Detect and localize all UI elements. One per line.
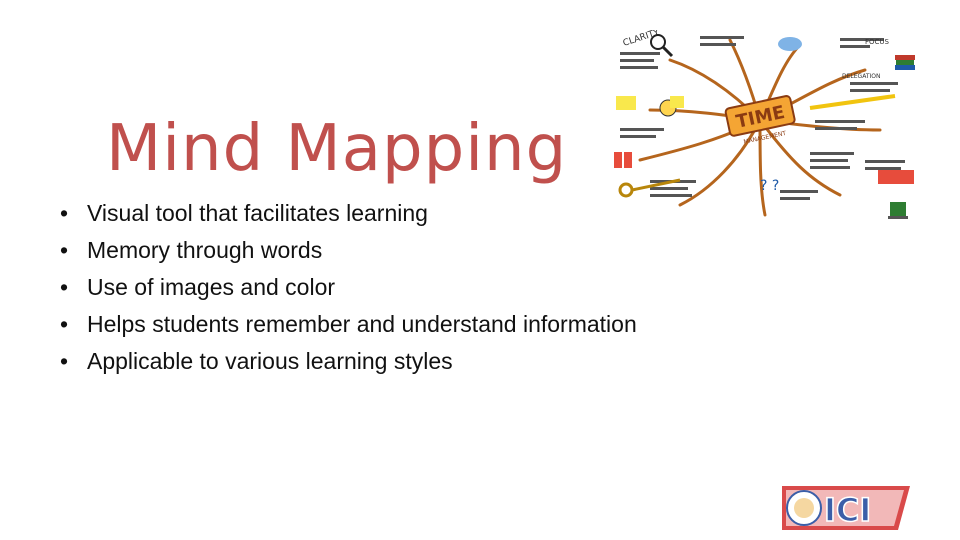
mindmap-branch-label: FOCUS <box>865 38 890 46</box>
bullet-item: • Use of images and color <box>60 274 637 311</box>
bullet-item: • Helps students remember and understand … <box>60 311 637 348</box>
bullet-list: • Visual tool that facilitates learning •… <box>60 200 637 385</box>
mind-map-illustration: TIME MANAGEMENT CLARITY DELEGATION FOCUS… <box>610 30 920 230</box>
coffee-cup-icon <box>888 202 908 219</box>
books-icon <box>895 55 915 70</box>
bullet-text: Use of images and color <box>87 274 336 300</box>
mindmap-branch-label: DELEGATION <box>842 73 880 80</box>
bullet-glyph: • <box>60 348 69 374</box>
cloud-icon <box>778 37 802 51</box>
bullet-text: Applicable to various learning styles <box>87 348 453 374</box>
bullet-glyph: • <box>60 274 69 300</box>
logo-text: ICI <box>824 491 871 529</box>
slide-title: Mind Mapping <box>106 112 568 186</box>
bullet-glyph: • <box>60 237 69 263</box>
bullet-text: Memory through words <box>87 237 323 263</box>
ici-logo: ICI <box>782 486 910 530</box>
tablecloth-icon <box>878 170 914 184</box>
question-marks-icon: ? ? <box>760 178 779 194</box>
bullet-item: • Applicable to various learning styles <box>60 348 637 385</box>
svg-text:? ?: ? ? <box>760 178 779 194</box>
bullet-item: • Visual tool that facilitates learning <box>60 200 637 237</box>
bullet-text: Visual tool that facilitates learning <box>87 200 428 226</box>
bullet-item: • Memory through words <box>60 237 637 274</box>
bullet-glyph: • <box>60 311 69 337</box>
gift-icon <box>614 152 632 168</box>
bullet-glyph: • <box>60 200 69 226</box>
bullet-text: Helps students remember and understand i… <box>87 311 637 337</box>
